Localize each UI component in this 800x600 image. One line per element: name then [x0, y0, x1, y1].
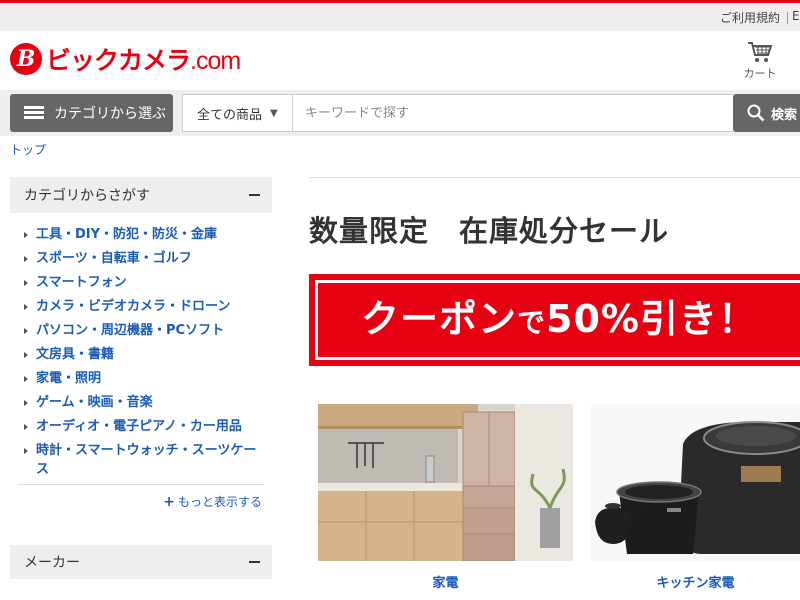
caret-down-icon: ▼	[270, 107, 278, 119]
maker-section-title: メーカー	[24, 555, 80, 571]
category-item[interactable]: カメラ・ビデオカメラ・ドローン	[10, 297, 272, 316]
sidebar: カテゴリからさがす 工具・DIY・防犯・防災・金庫 スポーツ・自転車・ゴルフ ス…	[10, 177, 272, 510]
category-select-label: カテゴリから選ぶ	[54, 106, 166, 122]
maker-list-peek	[22, 594, 212, 600]
rice-cooker-image	[591, 404, 800, 561]
logo-text: ビックカメラ.com	[46, 46, 241, 75]
collapse-icon[interactable]	[249, 561, 260, 563]
coupon-banner[interactable]: クーポンで50%引き！	[309, 274, 800, 366]
category-select-button[interactable]: カテゴリから選ぶ	[10, 94, 173, 132]
logo-mark: B	[10, 43, 42, 75]
show-more-label: もっと表示する	[177, 495, 262, 509]
category-section-title: カテゴリからさがす	[24, 188, 150, 204]
search-scope-dropdown[interactable]: 全ての商品 ▼	[183, 95, 293, 131]
breadcrumb-top[interactable]: トップ	[10, 141, 46, 158]
search-bar-row: カテゴリから選ぶ 全ての商品 ▼ 検索	[0, 90, 800, 136]
category-item[interactable]: 文房具・書籍	[10, 345, 272, 364]
category-item[interactable]: 家電・照明	[10, 369, 272, 388]
category-item[interactable]: 時計・スマートウォッチ・スーツケース	[10, 441, 272, 479]
tile-label-kitchen-appliances: キッチン家電	[656, 576, 735, 591]
search-box: 全ての商品 ▼	[182, 94, 733, 132]
menu-icon	[24, 106, 44, 120]
top-divider	[787, 12, 788, 24]
category-section-header[interactable]: カテゴリからさがす	[10, 177, 272, 213]
top-utility-bar: ご利用規約 E	[0, 0, 800, 31]
category-tile-kitchen-appliances[interactable]: キッチン家電	[591, 404, 800, 591]
cart-icon	[748, 42, 773, 62]
site-logo[interactable]: B ビックカメラ.com	[10, 42, 241, 76]
sidebar-divider	[18, 484, 264, 485]
tile-label-appliances: 家電	[432, 576, 459, 591]
terms-link[interactable]: ご利用規約	[720, 9, 780, 26]
cart-button[interactable]: カート	[738, 40, 782, 81]
maker-section-header[interactable]: メーカー	[10, 545, 272, 579]
category-item[interactable]: 工具・DIY・防犯・防災・金庫	[10, 225, 272, 244]
category-item[interactable]: ゲーム・映画・音楽	[10, 393, 272, 412]
category-item[interactable]: スポーツ・自転車・ゴルフ	[10, 249, 272, 268]
search-icon	[747, 104, 765, 122]
category-list: 工具・DIY・防犯・防災・金庫 スポーツ・自転車・ゴルフ スマートフォン カメラ…	[10, 213, 272, 479]
content-divider	[309, 177, 800, 178]
search-button[interactable]: 検索	[733, 94, 800, 132]
banner-text: クーポンで50%引き！	[361, 297, 757, 341]
top-next-link[interactable]: E	[792, 9, 800, 23]
category-item[interactable]: スマートフォン	[10, 273, 272, 292]
fridge-kitchen-image	[318, 404, 573, 561]
category-tile-appliances[interactable]: 家電	[318, 404, 573, 591]
collapse-icon[interactable]	[249, 194, 260, 196]
search-input[interactable]	[295, 95, 731, 131]
search-button-label: 検索	[771, 107, 798, 123]
show-more-link[interactable]: + もっと表示する	[10, 493, 272, 510]
category-item[interactable]: オーディオ・電子ピアノ・カー用品	[10, 417, 272, 436]
cart-label: カート	[743, 67, 777, 80]
plus-icon: +	[163, 494, 175, 510]
sale-title: 数量限定 在庫処分セール	[309, 214, 670, 248]
search-scope-value: 全ての商品	[197, 107, 263, 123]
category-item[interactable]: パソコン・周辺機器・PCソフト	[10, 321, 272, 340]
